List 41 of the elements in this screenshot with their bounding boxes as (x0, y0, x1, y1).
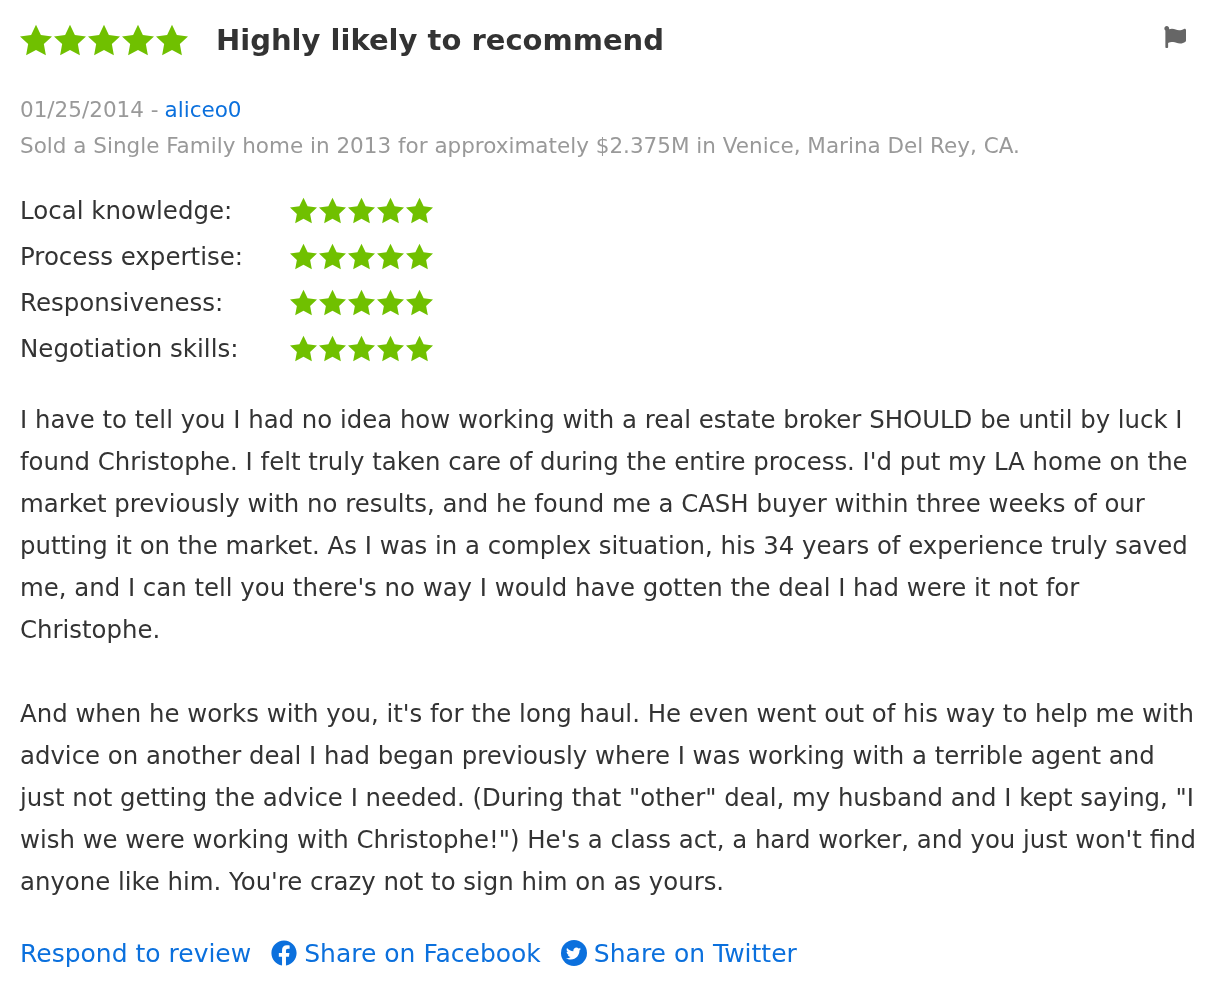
star-icon (406, 242, 433, 270)
star-icon (377, 288, 404, 316)
review-paragraph: I have to tell you I had no idea how working with a real estate broker SHOULD be until by luck I found Christophe. I felt truly taken care of during the entire process. I'd put my LA home on the market previously with no results, and he found me a CASH buyer within three weeks of our putting it on the market. As I was in a complex situation, his 34 years of experience truly saved me, and I can tell you there's no way I would have gotten the deal I had were it not for Christophe. (20, 404, 1189, 646)
star-icon (348, 196, 375, 224)
star-icon (290, 242, 317, 270)
review-headline: Highly likely to recommend (216, 22, 666, 59)
star-icon (348, 334, 375, 362)
star-icon (406, 288, 433, 316)
star-icon (319, 288, 346, 316)
star-icon (319, 196, 346, 224)
star-icon (406, 334, 433, 362)
rating-label: Responsiveness: (20, 287, 225, 317)
star-icon (377, 196, 404, 224)
star-icon (88, 24, 120, 56)
star-icon (290, 196, 317, 224)
review-paragraph: And when he works with you, it's for the long haul. He even went out of his way to help me with advice on another deal I had began previously where I was working with a terrible agent and just not getting the advice I needed. (During that "other" deal, my husband and I kept saying, "I wish we were working with Christophe!") He's a class act, a hard worker, and you just won't find anyone like him. You're crazy not to sign him on as yours. (20, 698, 1197, 898)
star-icon (290, 334, 317, 362)
rating-label: Local knowledge: (20, 195, 234, 225)
author-link[interactable]: aliceo0 (164, 92, 242, 128)
star-icon (290, 288, 317, 316)
rating-label: Process expertise: (20, 241, 245, 271)
review-date: 01/25/2014 - (20, 96, 159, 124)
share-link[interactable]: Share on Facebook (271, 938, 541, 968)
star-icon (348, 242, 375, 270)
twitter-icon (560, 940, 587, 966)
facebook-icon (271, 940, 298, 966)
star-icon (156, 24, 188, 56)
star-icon (377, 242, 404, 270)
transaction-text: Sold a Single Family home in 2013 for approximately $2.375M in Venice, Marina Del Rey, CA. (20, 132, 1020, 160)
star-icon (54, 24, 86, 56)
share-link[interactable]: Share on Twitter (560, 938, 797, 968)
star-icon (122, 24, 154, 56)
star-icon (319, 242, 346, 270)
flag-icon[interactable] (1164, 26, 1186, 48)
star-icon (348, 288, 375, 316)
rating-label: Negotiation skills: (20, 333, 240, 363)
respond-link[interactable]: Respond to review (20, 938, 252, 968)
star-icon (406, 196, 433, 224)
star-icon (20, 24, 52, 56)
star-icon (319, 334, 346, 362)
star-icon (377, 334, 404, 362)
